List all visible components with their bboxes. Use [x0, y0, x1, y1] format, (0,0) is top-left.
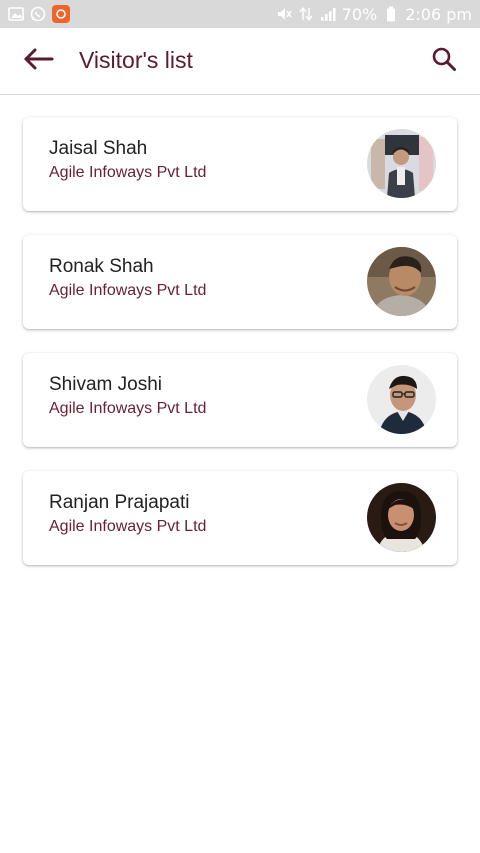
visitor-company: Agile Infoways Pvt Ltd [49, 400, 207, 417]
app-notification-icon [52, 5, 70, 23]
signal-icon [320, 6, 336, 22]
visitor-list: Jaisal Shah Agile Infoways Pvt Ltd Ronak… [23, 117, 457, 589]
visitor-name: Ranjan Prajapati [49, 492, 190, 513]
visitor-name: Jaisal Shah [49, 138, 148, 159]
status-time: 2:06 pm [405, 4, 472, 24]
arrow-left-icon [24, 48, 54, 75]
visitor-card[interactable]: Ronak Shah Agile Infoways Pvt Ltd [23, 235, 457, 329]
visitor-card[interactable]: Ranjan Prajapati Agile Infoways Pvt Ltd [23, 471, 457, 565]
avatar [367, 129, 436, 198]
data-transfer-icon [298, 6, 314, 22]
visitor-company: Agile Infoways Pvt Ltd [49, 164, 207, 181]
battery-icon [383, 6, 399, 22]
avatar [367, 247, 436, 316]
visitor-card[interactable]: Shivam Joshi Agile Infoways Pvt Ltd [23, 353, 457, 447]
battery-percent: 70% [341, 4, 378, 24]
visitor-company: Agile Infoways Pvt Ltd [49, 518, 207, 535]
status-bar-left [8, 5, 70, 23]
page-title: Visitor's list [79, 47, 193, 73]
visitor-name: Shivam Joshi [49, 374, 162, 395]
whatsapp-notification-icon [30, 6, 46, 22]
visitor-card[interactable]: Jaisal Shah Agile Infoways Pvt Ltd [23, 117, 457, 211]
visitor-company: Agile Infoways Pvt Ltd [49, 282, 207, 299]
avatar [367, 365, 436, 434]
mute-icon [276, 6, 292, 22]
search-button[interactable] [428, 45, 460, 77]
avatar [367, 483, 436, 552]
gallery-notification-icon [8, 6, 24, 22]
back-button[interactable] [22, 46, 56, 76]
visitor-name: Ronak Shah [49, 256, 154, 277]
status-bar-right: 70% 2:06 pm [276, 5, 472, 24]
status-bar: 70% 2:06 pm [0, 0, 480, 28]
app-bar: Visitor's list [0, 28, 480, 95]
search-icon [431, 46, 457, 77]
